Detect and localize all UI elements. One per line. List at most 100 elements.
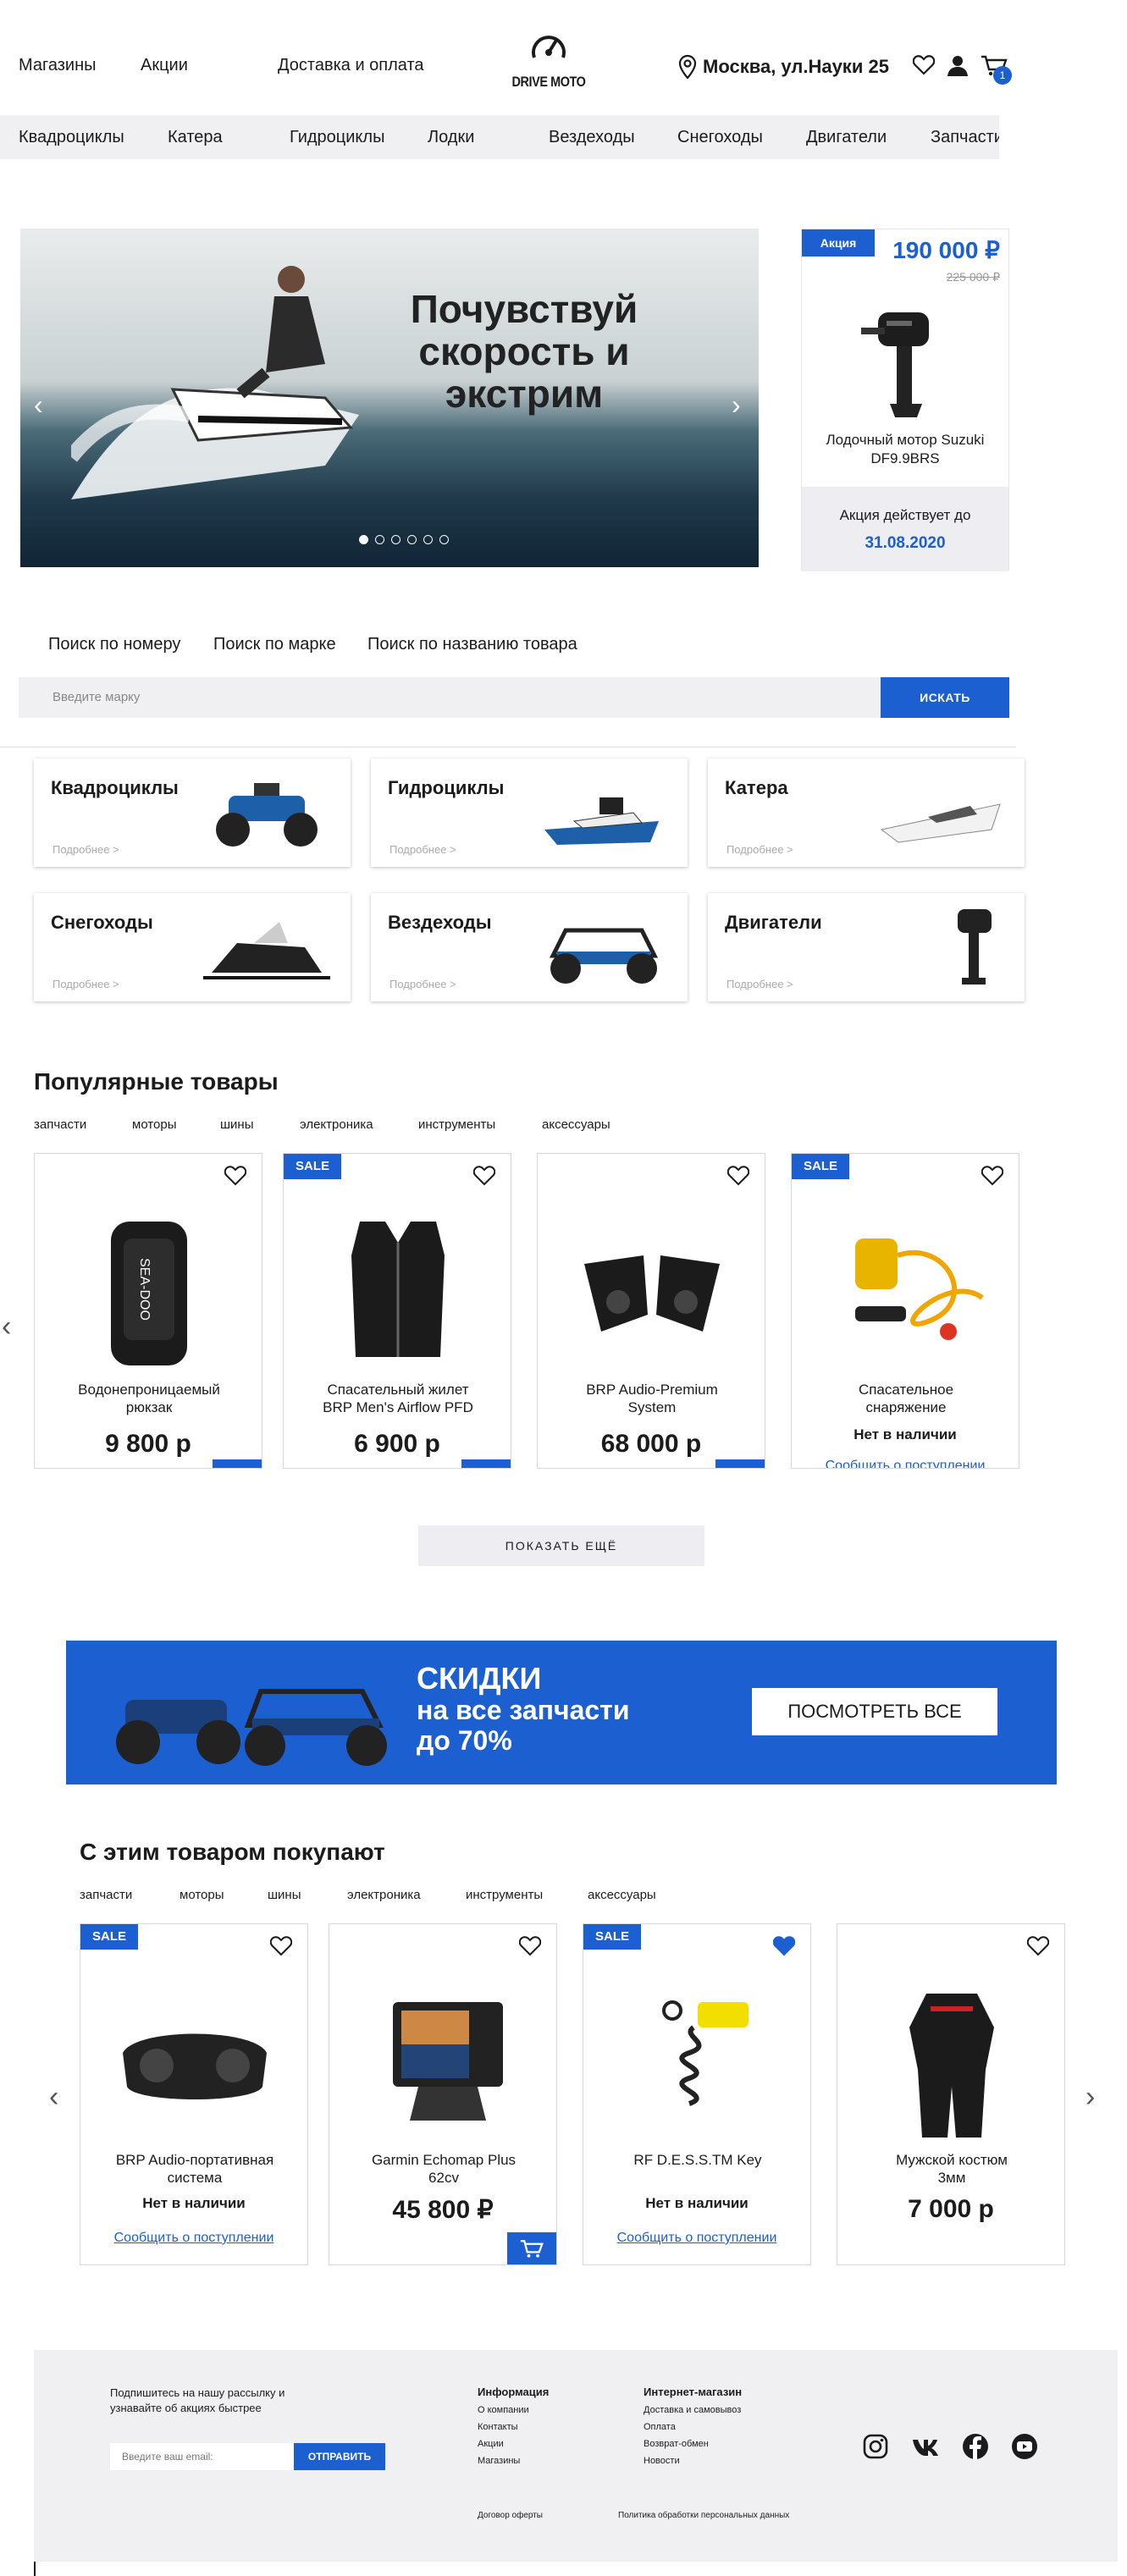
notify-link[interactable]: Сообщить о поступлении (80, 2231, 307, 2246)
tab-parts[interactable]: запчасти (34, 1117, 86, 1132)
instagram-icon[interactable] (862, 2433, 889, 2460)
catbar-small-boats[interactable]: Лодки (428, 128, 474, 147)
add-to-cart-button[interactable] (213, 1459, 262, 1468)
tab-tools[interactable]: инструменты (466, 1888, 543, 1902)
store-address[interactable]: Москва, ул.Науки 25 (677, 54, 889, 80)
tab-accessories[interactable]: аксессуары (588, 1888, 656, 1902)
category-card-jetski[interactable]: Гидроциклы Подробнее > (371, 758, 688, 867)
slide-dot[interactable] (359, 535, 368, 544)
catbar-jetskis[interactable]: Гидроциклы (290, 128, 384, 147)
hero-prev-arrow-icon[interactable]: ‹ (34, 389, 43, 421)
facebook-icon[interactable] (962, 2433, 989, 2460)
catbar-allterrain[interactable]: Вездеходы (549, 128, 635, 147)
product-card[interactable]: Garmin Echomap Plus 62cv 45 800 ₽ (329, 1923, 557, 2265)
slide-dot[interactable] (407, 535, 417, 544)
tab-tools[interactable]: инструменты (418, 1117, 495, 1132)
footer-link-stores[interactable]: Магазины (478, 2456, 549, 2466)
tab-search-by-number[interactable]: Поиск по номеру (48, 635, 180, 654)
favorite-heart-icon[interactable] (519, 1936, 541, 1956)
footer-link-about[interactable]: О компании (478, 2405, 549, 2415)
add-to-cart-button[interactable] (507, 2232, 556, 2264)
tab-electronics[interactable]: электроника (347, 1888, 421, 1902)
tab-tires[interactable]: шины (220, 1117, 253, 1132)
show-more-button[interactable]: ПОКАЗАТЬ ЕЩЁ (418, 1525, 704, 1566)
category-more-link[interactable]: Подробнее > (726, 843, 793, 856)
product-card[interactable]: Мужской костюм 3мм 7 000 р (837, 1923, 1065, 2265)
hero-next-arrow-icon[interactable]: › (732, 389, 741, 421)
catbar-parts[interactable]: Запчасти (931, 128, 999, 147)
product-card[interactable]: SALE RF D.E.S.S.TM Key Нет в наличии Соо… (583, 1923, 811, 2265)
category-card-atv[interactable]: Квадроциклы Подробнее > (34, 758, 351, 867)
category-more-link[interactable]: Подробнее > (389, 978, 456, 990)
tab-motors[interactable]: моторы (180, 1888, 224, 1902)
tab-electronics[interactable]: электроника (300, 1117, 373, 1132)
slide-dot[interactable] (439, 535, 449, 544)
notify-link[interactable]: Сообщить о поступлении (583, 2231, 810, 2246)
tab-motors[interactable]: моторы (132, 1117, 177, 1132)
product-card[interactable]: SALE Спасательный жилет BRP Men's Airflow… (283, 1153, 511, 1469)
offer-link[interactable]: Договор оферты (478, 2511, 543, 2520)
add-to-cart-button[interactable] (715, 1459, 765, 1468)
search-button[interactable]: ИСКАТЬ (881, 677, 1009, 718)
category-card-engines[interactable]: Двигатели Подробнее > (708, 893, 1025, 1001)
bought-with-prev-arrow-icon[interactable]: ‹ (49, 2081, 58, 2114)
catbar-boats[interactable]: Катера (168, 128, 223, 147)
favorite-heart-filled-icon[interactable] (773, 1936, 795, 1956)
footer-link-delivery[interactable]: Доставка и самовывоз (644, 2405, 742, 2415)
favorite-heart-icon[interactable] (981, 1166, 1003, 1186)
favorite-heart-icon[interactable] (270, 1936, 292, 1956)
subscribe-button[interactable]: ОТПРАВИТЬ (294, 2443, 385, 2470)
category-more-link[interactable]: Подробнее > (52, 978, 119, 990)
nav-delivery[interactable]: Доставка и оплата (278, 56, 424, 75)
slide-dot[interactable] (375, 535, 384, 544)
footer-link-returns[interactable]: Возврат-обмен (644, 2439, 742, 2449)
favorite-heart-icon[interactable] (473, 1166, 495, 1186)
email-input[interactable]: Введите ваш email: (110, 2443, 294, 2470)
youtube-icon[interactable] (1011, 2433, 1038, 2460)
catbar-atv[interactable]: Квадроциклы (19, 128, 124, 147)
banner-line2: на все запчасти (417, 1695, 630, 1725)
category-card-boats[interactable]: Катера Подробнее > (708, 758, 1025, 867)
category-card-allterrain[interactable]: Вездеходы Подробнее > (371, 893, 688, 1001)
logo[interactable]: DRIVE MOTO (505, 29, 593, 91)
footer-link-news[interactable]: Новости (644, 2456, 742, 2466)
product-card[interactable]: SEA-DOO Водонепроницаемый рюкзак 9 800 р (34, 1153, 262, 1469)
vk-icon[interactable] (911, 2433, 940, 2460)
tab-parts[interactable]: запчасти (80, 1888, 132, 1902)
notify-link[interactable]: Сообщить о поступлении (792, 1459, 1019, 1468)
category-more-link[interactable]: Подробнее > (726, 978, 793, 990)
hero-slider[interactable]: Почувствуй скорость и экстрим ‹ › (20, 229, 759, 567)
product-card[interactable]: BRP Audio-Premium System 68 000 р (537, 1153, 765, 1469)
privacy-link[interactable]: Политика обработки персональных данных (618, 2511, 789, 2520)
footer-link-contacts[interactable]: Контакты (478, 2422, 549, 2432)
tab-search-by-brand[interactable]: Поиск по марке (213, 635, 336, 654)
favorite-heart-icon[interactable] (224, 1166, 246, 1186)
category-more-link[interactable]: Подробнее > (389, 843, 456, 856)
nav-promotions[interactable]: Акции (141, 56, 188, 75)
slide-dot[interactable] (423, 535, 433, 544)
product-card[interactable]: SALE BRP Audio-портативная система Нет в … (80, 1923, 308, 2265)
tab-tires[interactable]: шины (268, 1888, 301, 1902)
favorites-heart-icon[interactable] (913, 55, 935, 75)
slide-dot[interactable] (391, 535, 401, 544)
category-more-link[interactable]: Подробнее > (52, 843, 119, 856)
popular-prev-arrow-icon[interactable]: ‹ (2, 1310, 11, 1343)
bought-with-next-arrow-icon[interactable]: › (1086, 2081, 1095, 2114)
catbar-snowmobiles[interactable]: Снегоходы (677, 128, 763, 147)
product-card[interactable]: SALE Спасательное снаряжение Нет в наличи… (791, 1153, 1019, 1469)
discount-banner[interactable]: СКИДКИ на все запчасти до 70% ПОСМОТРЕТЬ… (66, 1641, 1057, 1784)
nav-stores[interactable]: Магазины (19, 56, 97, 75)
footer-link-payment[interactable]: Оплата (644, 2422, 742, 2432)
user-icon[interactable] (947, 54, 969, 76)
tab-accessories[interactable]: аксессуары (542, 1117, 610, 1132)
catbar-engines[interactable]: Двигатели (806, 128, 887, 147)
favorite-heart-icon[interactable] (727, 1166, 749, 1186)
search-input[interactable]: Введите марку (19, 677, 881, 718)
tab-search-by-name[interactable]: Поиск по названию товара (367, 635, 577, 654)
favorite-heart-icon[interactable] (1027, 1936, 1049, 1956)
view-all-button[interactable]: ПОСМОТРЕТЬ ВСЕ (752, 1688, 997, 1735)
category-card-snowmobiles[interactable]: Снегоходы Подробнее > (34, 893, 351, 1001)
footer-link-promotions[interactable]: Акции (478, 2439, 549, 2449)
add-to-cart-button[interactable] (461, 1459, 511, 1468)
promo-card[interactable]: Акция 190 000 ₽ 225 000 ₽ Лодочный мотор… (801, 229, 1009, 571)
